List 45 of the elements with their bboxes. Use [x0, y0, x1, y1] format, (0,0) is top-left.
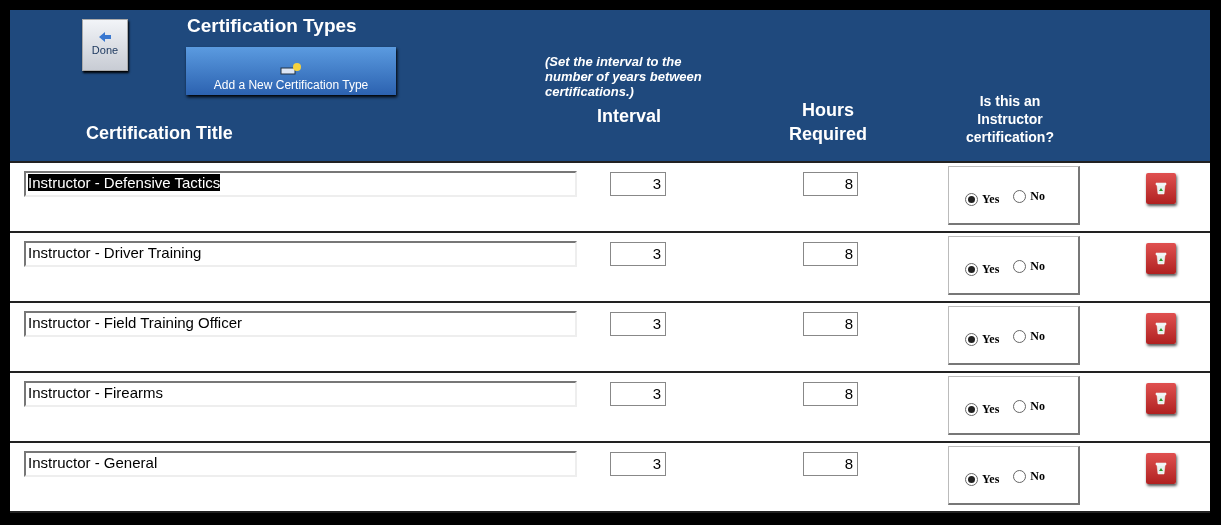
radio-option[interactable]: Yes — [965, 400, 1000, 418]
column-header: Certification Title — [86, 122, 233, 145]
hours-field[interactable]: 8 — [803, 382, 858, 406]
interval-field[interactable]: 3 — [610, 172, 666, 196]
radio-option[interactable]: No — [1013, 467, 1045, 485]
delete-button[interactable] — [1146, 453, 1176, 484]
page-title: Certification Types — [187, 14, 357, 38]
radio-option[interactable]: Yes — [965, 470, 1000, 488]
radio-option[interactable]: No — [1013, 187, 1045, 205]
radio-option[interactable]: Yes — [965, 260, 1000, 278]
done-button[interactable]: Done — [82, 19, 128, 71]
radio-option[interactable]: No — [1013, 257, 1045, 275]
radio-option[interactable]: No — [1013, 397, 1045, 415]
hours-field[interactable]: 8 — [803, 312, 858, 336]
column-header: Hours Required — [788, 99, 868, 146]
delete-button[interactable] — [1146, 313, 1176, 344]
delete-button[interactable] — [1146, 383, 1176, 414]
certificate-icon — [280, 62, 302, 76]
title-field[interactable]: Instructor - Field Training Officer — [24, 311, 577, 337]
column-header: Is this an Instructor certification? — [965, 92, 1055, 147]
interval-field[interactable]: 3 — [610, 242, 666, 266]
column-header: Interval — [597, 105, 663, 128]
interval-field[interactable]: 3 — [610, 382, 666, 406]
interval-field[interactable]: 3 — [610, 452, 666, 476]
delete-button[interactable] — [1146, 243, 1176, 274]
interval-hint: (Set the interval to the number of years between certifications.) — [545, 54, 703, 99]
hours-field[interactable]: 8 — [803, 452, 858, 476]
trash-can-icon — [1155, 392, 1167, 405]
title-field[interactable]: Instructor - Defensive Tactics — [24, 171, 577, 197]
title-field[interactable]: Instructor - General — [24, 451, 577, 477]
radio-option[interactable]: Yes — [965, 330, 1000, 348]
radio-option[interactable]: No — [1013, 327, 1045, 345]
trash-can-icon — [1155, 322, 1167, 335]
trash-can-icon — [1155, 182, 1167, 195]
hours-field[interactable]: 8 — [803, 242, 858, 266]
arrow-left-icon — [99, 31, 111, 42]
title-field[interactable]: Instructor - Firearms — [24, 381, 577, 407]
radio-option[interactable]: Yes — [965, 190, 1000, 208]
interval-field[interactable]: 3 — [610, 312, 666, 336]
trash-can-icon — [1155, 462, 1167, 475]
add-certification-button[interactable]: Add a New Certification Type — [186, 47, 396, 95]
hours-field[interactable]: 8 — [803, 172, 858, 196]
title-field[interactable]: Instructor - Driver Training — [24, 241, 577, 267]
trash-can-icon — [1155, 252, 1167, 265]
delete-button[interactable] — [1146, 173, 1176, 204]
